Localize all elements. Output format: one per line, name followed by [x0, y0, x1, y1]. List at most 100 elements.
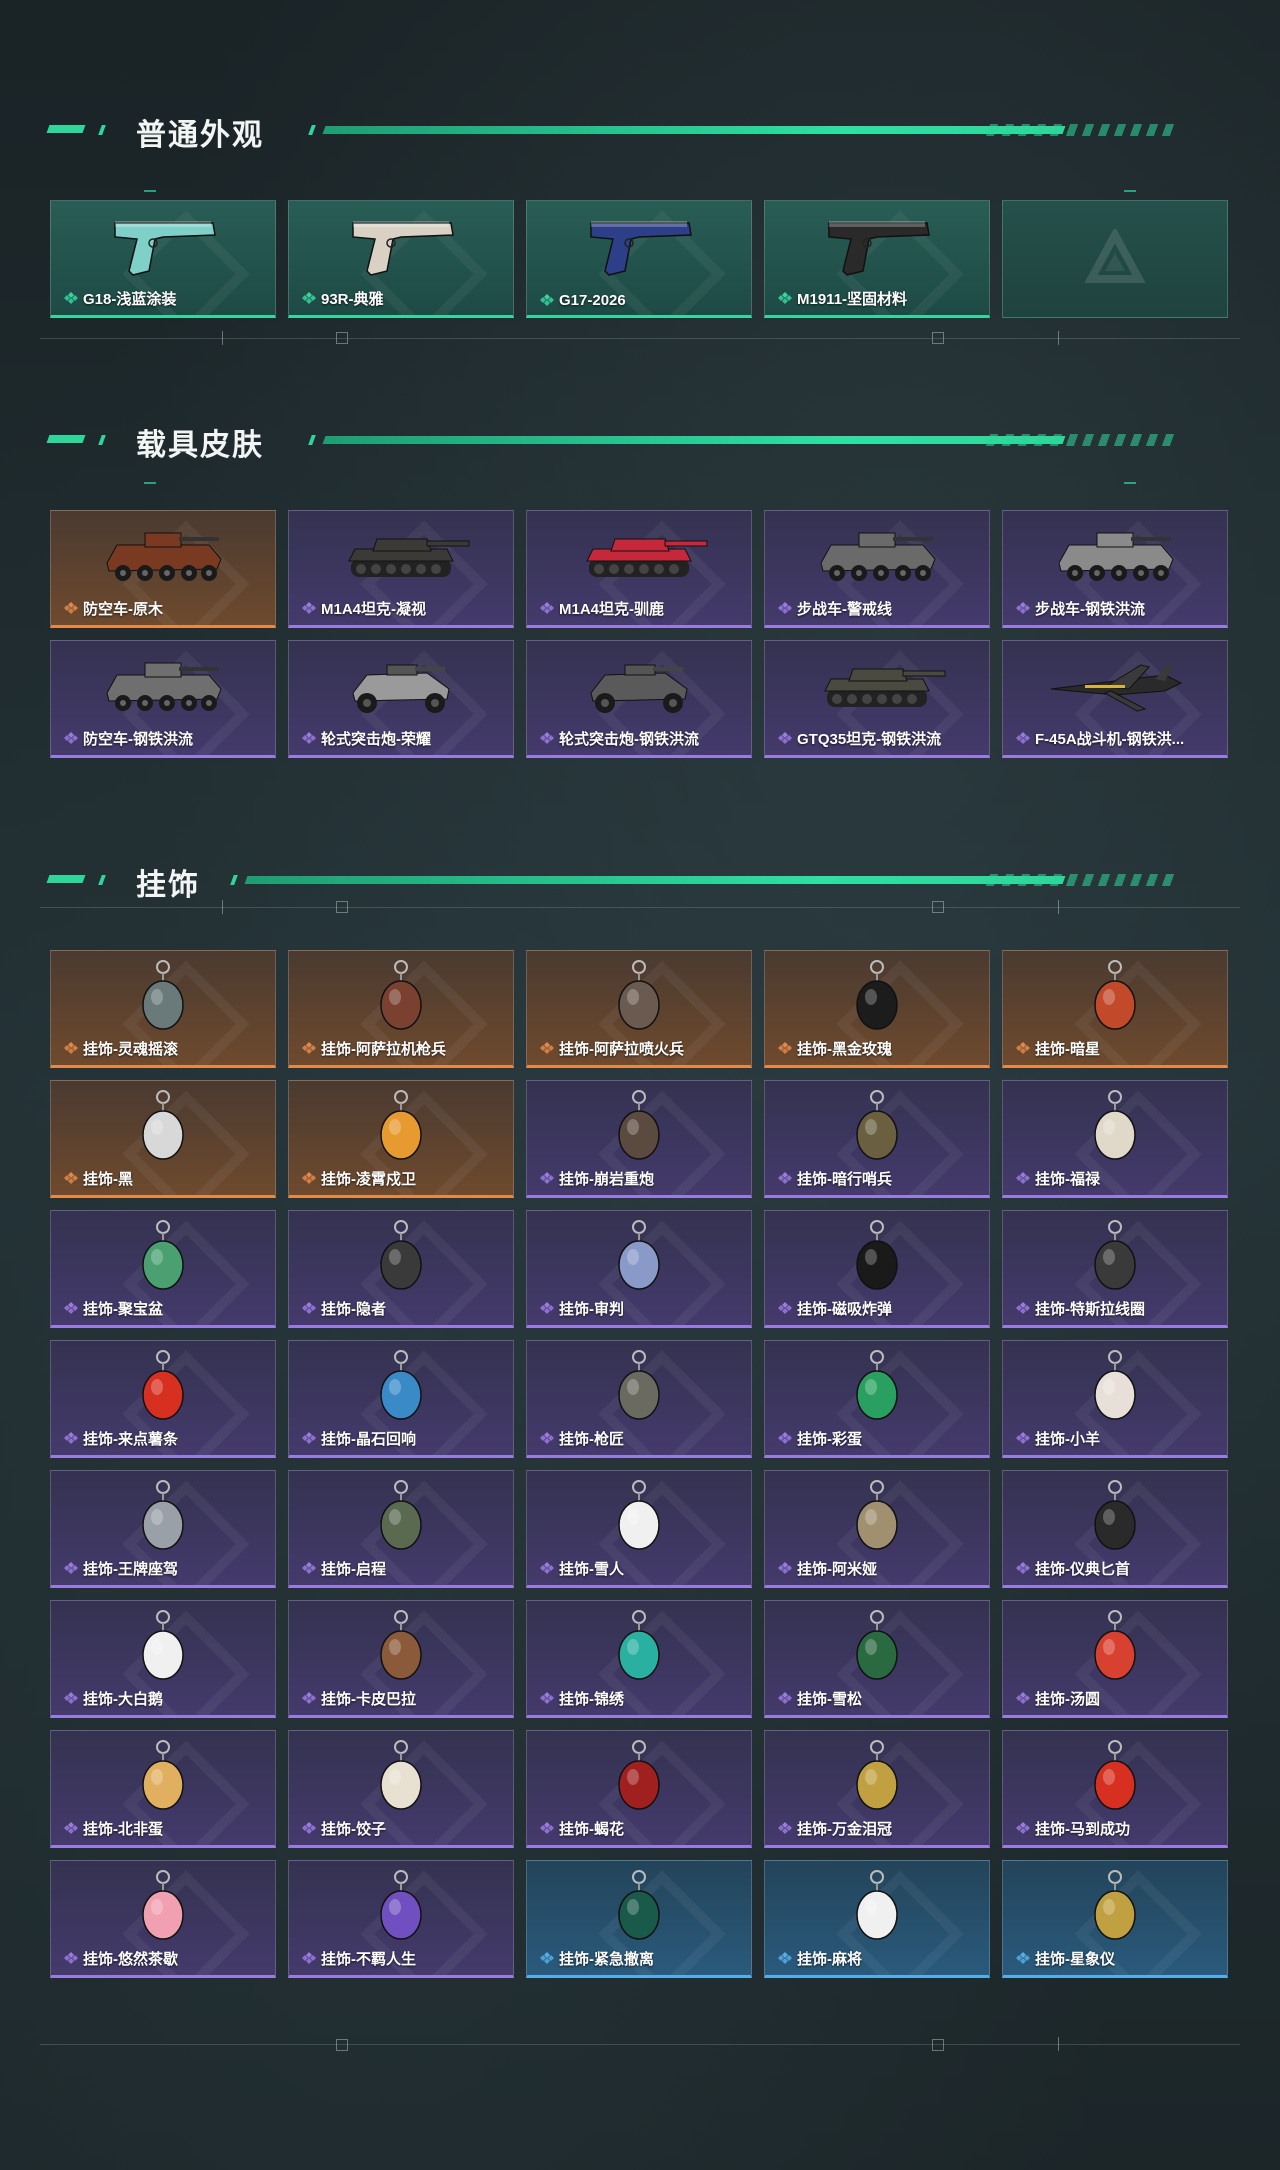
deco-tick — [1058, 2037, 1059, 2051]
charms-item-card[interactable]: 挂饰-来点薯条 — [50, 1340, 276, 1458]
charms-item-card[interactable]: 挂饰-阿萨拉喷火兵 — [526, 950, 752, 1068]
charms-item-card[interactable]: 挂饰-悠然茶歇 — [50, 1860, 276, 1978]
purple-rarity-icon — [778, 1691, 792, 1704]
item-name: 挂饰-聚宝盆 — [83, 1301, 163, 1318]
guns-item-card[interactable]: G18-浅蓝涂装 — [50, 200, 276, 318]
header-mark — [98, 875, 106, 885]
charms-item-card[interactable]: 挂饰-卡皮巴拉 — [288, 1600, 514, 1718]
charms-item-card[interactable]: 挂饰-万金泪冠 — [764, 1730, 990, 1848]
charms-item-card[interactable]: 挂饰-紧急撤离 — [526, 1860, 752, 1978]
charms-item-card[interactable]: 挂饰-麻将 — [764, 1860, 990, 1978]
charms-item-card[interactable]: 挂饰-凌霄戍卫 — [288, 1080, 514, 1198]
purple-rarity-icon — [302, 1951, 316, 1964]
item-name: 挂饰-星象仪 — [1035, 1951, 1115, 1968]
item-name: 挂饰-启程 — [321, 1561, 386, 1578]
section-title-vehicles: 载具皮肤 — [136, 429, 264, 462]
charms-item-card[interactable]: 挂饰-阿米娅 — [764, 1470, 990, 1588]
charm-icon — [380, 1350, 422, 1420]
green-rarity-icon — [64, 291, 78, 304]
purple-rarity-icon — [302, 1561, 316, 1574]
header-line — [244, 876, 1066, 884]
charms-item-card[interactable]: 挂饰-雪松 — [764, 1600, 990, 1718]
charm-icon — [142, 1480, 184, 1550]
charms-item-card[interactable]: 挂饰-启程 — [288, 1470, 514, 1588]
charms-item-card[interactable]: 挂饰-汤圆 — [1002, 1600, 1228, 1718]
apc-icon — [106, 662, 222, 711]
item-name: 挂饰-晶石回响 — [321, 1431, 416, 1448]
charms-item-card[interactable]: 挂饰-福禄 — [1002, 1080, 1228, 1198]
charms-item-card[interactable]: 挂饰-星象仪 — [1002, 1860, 1228, 1978]
purple-rarity-icon — [1016, 1821, 1030, 1834]
charms-item-card[interactable]: 挂饰-崩岩重炮 — [526, 1080, 752, 1198]
charms-item-card[interactable]: 挂饰-阿萨拉机枪兵 — [288, 950, 514, 1068]
vehicles-item-card[interactable]: M1A4坦克-凝视 — [288, 510, 514, 628]
charms-item-card[interactable]: 挂饰-蝎花 — [526, 1730, 752, 1848]
item-label-row: 挂饰-晶石回响 — [301, 1428, 416, 1449]
item-art — [331, 1479, 471, 1553]
purple-rarity-icon — [540, 1301, 554, 1314]
green-rarity-icon — [778, 291, 792, 304]
purple-rarity-icon — [64, 1561, 78, 1574]
item-label-row: 挂饰-聚宝盆 — [63, 1298, 163, 1319]
charms-item-card[interactable]: 挂饰-雪人 — [526, 1470, 752, 1588]
vehicles-item-card[interactable]: 轮式突击炮-荣耀 — [288, 640, 514, 758]
charms-item-card[interactable]: 挂饰-王牌座驾 — [50, 1470, 276, 1588]
charms-item-card[interactable]: 挂饰-北非蛋 — [50, 1730, 276, 1848]
charms-item-card[interactable]: 挂饰-特斯拉线圈 — [1002, 1210, 1228, 1328]
charms-item-card[interactable]: 挂饰-磁吸炸弹 — [764, 1210, 990, 1328]
charms-item-card[interactable]: 挂饰-黑金玫瑰 — [764, 950, 990, 1068]
charm-icon — [142, 1350, 184, 1420]
charms-item-card[interactable]: 挂饰-马到成功 — [1002, 1730, 1228, 1848]
purple-rarity-icon — [302, 1821, 316, 1834]
item-art — [1045, 519, 1185, 593]
item-art — [807, 1739, 947, 1813]
charms-item-card[interactable]: 挂饰-晶石回响 — [288, 1340, 514, 1458]
vehicles-item-card[interactable]: 防空车-钢铁洪流 — [50, 640, 276, 758]
charms-item-card[interactable]: 挂饰-饺子 — [288, 1730, 514, 1848]
deco-line — [40, 907, 1240, 908]
purple-rarity-icon — [1016, 1431, 1030, 1444]
orange-rarity-icon — [64, 1171, 78, 1184]
item-art — [331, 959, 471, 1033]
charms-item-card[interactable]: 挂饰-不羁人生 — [288, 1860, 514, 1978]
guns-item-card[interactable]: G17-2026 — [526, 200, 752, 318]
guns-item-card[interactable]: 93R-典雅 — [288, 200, 514, 318]
header-tick — [308, 435, 316, 445]
vehicles-item-card[interactable]: 步战车-警戒线 — [764, 510, 990, 628]
item-label-row: 挂饰-悠然茶歇 — [63, 1948, 178, 1969]
charms-item-card[interactable]: 挂饰-审判 — [526, 1210, 752, 1328]
charms-item-card[interactable]: 挂饰-枪匠 — [526, 1340, 752, 1458]
charms-item-card[interactable]: 挂饰-锦绣 — [526, 1600, 752, 1718]
charms-item-card[interactable]: 挂饰-仪典匕首 — [1002, 1470, 1228, 1588]
deco-line — [40, 2044, 1240, 2045]
vehicles-item-card[interactable]: M1A4坦克-驯鹿 — [526, 510, 752, 628]
charms-item-card[interactable]: 挂饰-灵魂摇滚 — [50, 950, 276, 1068]
charms-item-card[interactable]: 挂饰-聚宝盆 — [50, 1210, 276, 1328]
charms-item-card[interactable]: 挂饰-大白鹅 — [50, 1600, 276, 1718]
purple-rarity-icon — [1016, 1171, 1030, 1184]
charms-item-card[interactable]: 挂饰-彩蛋 — [764, 1340, 990, 1458]
item-art — [331, 1869, 471, 1943]
pistol-icon — [590, 221, 692, 276]
charms-item-card[interactable]: 挂饰-黑 — [50, 1080, 276, 1198]
item-label-row: 挂饰-审判 — [539, 1298, 624, 1319]
purple-rarity-icon — [778, 731, 792, 744]
vehicles-item-card[interactable]: F-45A战斗机-钢铁洪... — [1002, 640, 1228, 758]
item-name: F-45A战斗机-钢铁洪... — [1035, 731, 1185, 748]
charm-icon — [856, 1480, 898, 1550]
item-name: GTQ35坦克-钢铁洪流 — [797, 731, 942, 748]
charms-item-card[interactable]: 挂饰-暗星 — [1002, 950, 1228, 1068]
guns-item-card[interactable]: M1911-坚固材料 — [764, 200, 990, 318]
vehicles-item-card[interactable]: 防空车-原木 — [50, 510, 276, 628]
vehicles-item-card[interactable]: 步战车-钢铁洪流 — [1002, 510, 1228, 628]
grid-guns: G18-浅蓝涂装 93R-典雅 G17-2026 M1911-坚固材料 — [50, 200, 1228, 318]
vehicles-item-card[interactable]: GTQ35坦克-钢铁洪流 — [764, 640, 990, 758]
charm-icon — [1094, 1090, 1136, 1160]
charms-item-card[interactable]: 挂饰-隐者 — [288, 1210, 514, 1328]
item-name: 93R-典雅 — [321, 291, 384, 308]
header-mark — [98, 435, 106, 445]
charms-item-card[interactable]: 挂饰-暗行哨兵 — [764, 1080, 990, 1198]
deco-tick — [1058, 331, 1059, 345]
charms-item-card[interactable]: 挂饰-小羊 — [1002, 1340, 1228, 1458]
vehicles-item-card[interactable]: 轮式突击炮-钢铁洪流 — [526, 640, 752, 758]
